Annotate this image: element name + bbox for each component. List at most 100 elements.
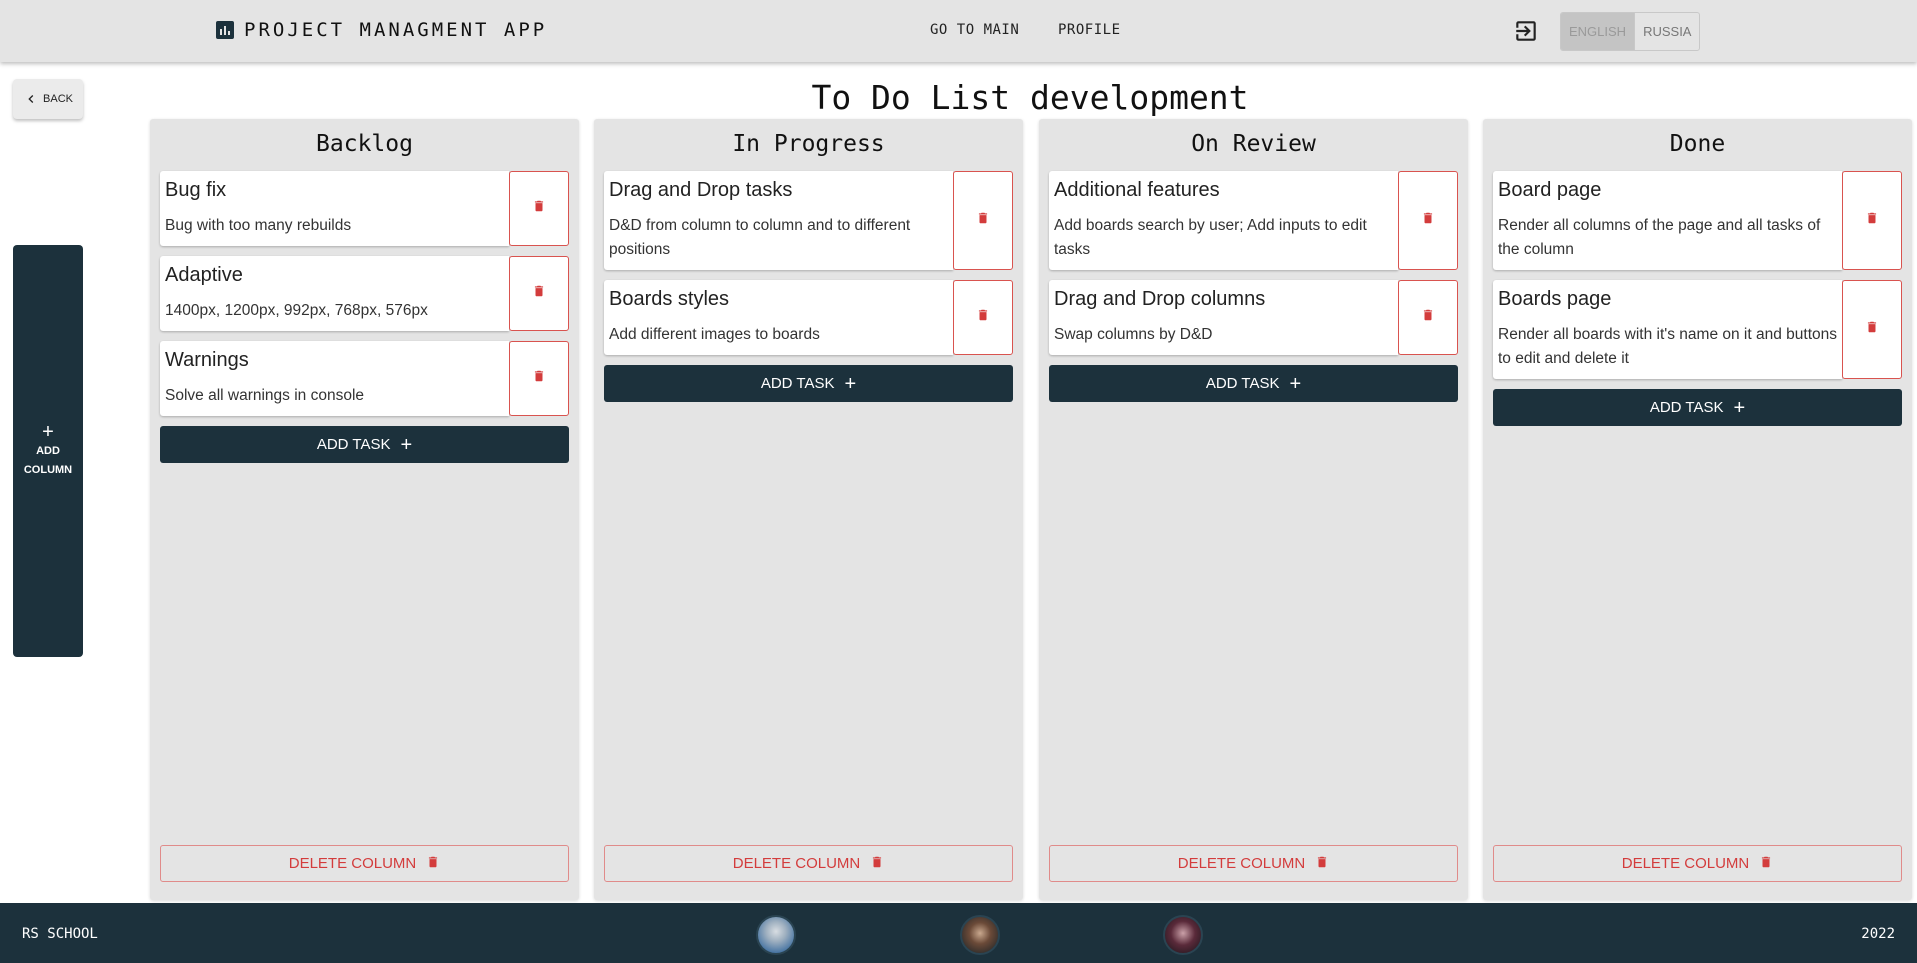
board-column[interactable]: In Progress Drag and Drop tasks D&D from… xyxy=(594,119,1023,900)
app-footer: RS SCHOOL 2022 xyxy=(0,903,1917,963)
plus-icon: + xyxy=(1733,396,1746,419)
delete-column-button[interactable]: DELETE COLUMN xyxy=(160,845,569,882)
delete-column-label: DELETE COLUMN xyxy=(1621,855,1750,872)
task-title: Adaptive xyxy=(165,264,243,286)
logout-icon[interactable] xyxy=(1513,18,1539,44)
task-title: Drag and Drop tasks xyxy=(609,179,793,201)
delete-task-button[interactable] xyxy=(509,341,569,416)
lang-russia-button[interactable]: RUSSIA xyxy=(1634,13,1699,50)
add-task-label: ADD TASK xyxy=(1649,399,1724,416)
task-title: Drag and Drop columns xyxy=(1054,288,1266,310)
task-item[interactable]: Boards page Render all boards with it's … xyxy=(1493,280,1902,379)
column-title[interactable]: Done xyxy=(1483,131,1912,157)
task-title: Warnings xyxy=(165,349,249,371)
app-title: PROJECT MANAGMENT APP xyxy=(244,19,548,41)
rs-school-link[interactable]: RS SCHOOL xyxy=(22,926,98,942)
task-item[interactable]: Bug fix Bug with too many rebuilds xyxy=(160,171,569,246)
task-card[interactable]: Adaptive 1400px, 1200px, 992px, 768px, 5… xyxy=(160,256,509,331)
board-column[interactable]: Backlog Bug fix Bug with too many rebuil… xyxy=(150,119,579,900)
add-task-label: ADD TASK xyxy=(316,436,391,453)
trash-icon xyxy=(532,198,546,219)
delete-task-button[interactable] xyxy=(509,256,569,331)
task-item[interactable]: Additional features Add boards search by… xyxy=(1049,171,1458,270)
board-column[interactable]: Done Board page Render all columns of th… xyxy=(1483,119,1912,900)
task-item[interactable]: Board page Render all columns of the pag… xyxy=(1493,171,1902,270)
chart-icon xyxy=(216,21,234,39)
column-title[interactable]: Backlog xyxy=(150,131,579,157)
task-description: Render all columns of the page and all t… xyxy=(1498,217,1821,258)
task-description: Add different images to boards xyxy=(609,326,820,343)
author-avatar-2[interactable] xyxy=(960,915,1000,955)
delete-column-button[interactable]: DELETE COLUMN xyxy=(1493,845,1902,882)
nav-profile[interactable]: PROFILE xyxy=(1058,22,1121,38)
delete-task-button[interactable] xyxy=(1398,171,1458,270)
delete-task-button[interactable] xyxy=(953,280,1013,355)
task-item[interactable]: Drag and Drop columns Swap columns by D&… xyxy=(1049,280,1458,355)
delete-task-button[interactable] xyxy=(509,171,569,246)
trash-icon xyxy=(426,854,440,874)
task-title: Boards page xyxy=(1498,288,1612,310)
delete-task-button[interactable] xyxy=(1842,171,1902,270)
task-description: Add boards search by user; Add inputs to… xyxy=(1054,217,1367,258)
task-card[interactable]: Board page Render all columns of the pag… xyxy=(1493,171,1842,270)
task-item[interactable]: Drag and Drop tasks D&D from column to c… xyxy=(604,171,1013,270)
lang-english-button[interactable]: ENGLISH xyxy=(1561,13,1635,50)
task-card[interactable]: Boards styles Add different images to bo… xyxy=(604,280,953,355)
app-logo[interactable]: PROJECT MANAGMENT APP xyxy=(216,19,547,41)
task-card[interactable]: Drag and Drop columns Swap columns by D&… xyxy=(1049,280,1398,355)
trash-icon xyxy=(870,854,884,874)
task-description: Swap columns by D&D xyxy=(1054,326,1213,343)
task-description: D&D from column to column and to differe… xyxy=(609,217,911,258)
add-column-label-1: ADD xyxy=(36,445,60,457)
delete-column-label: DELETE COLUMN xyxy=(1177,855,1306,872)
delete-task-button[interactable] xyxy=(1398,280,1458,355)
task-item[interactable]: Adaptive 1400px, 1200px, 992px, 768px, 5… xyxy=(160,256,569,331)
add-column-label-2: COLUMN xyxy=(23,464,73,476)
task-description: Solve all warnings in console xyxy=(165,387,365,404)
add-task-button[interactable]: ADD TASK + xyxy=(1493,389,1902,426)
trash-icon xyxy=(976,307,990,328)
trash-icon xyxy=(1315,854,1329,874)
author-avatar-1[interactable] xyxy=(756,915,796,955)
add-task-label: ADD TASK xyxy=(1205,375,1280,392)
board-column[interactable]: On Review Additional features Add boards… xyxy=(1039,119,1468,900)
trash-icon xyxy=(1865,210,1879,231)
task-card[interactable]: Drag and Drop tasks D&D from column to c… xyxy=(604,171,953,270)
delete-column-button[interactable]: DELETE COLUMN xyxy=(604,845,1013,882)
author-avatar-3[interactable] xyxy=(1163,915,1203,955)
trash-icon xyxy=(1421,210,1435,231)
task-description: 1400px, 1200px, 992px, 768px, 576px xyxy=(165,302,428,319)
task-title: Board page xyxy=(1498,179,1602,201)
plus-icon: + xyxy=(400,433,413,456)
column-title[interactable]: In Progress xyxy=(594,131,1023,157)
trash-icon xyxy=(1865,319,1879,340)
board-title: To Do List development xyxy=(811,78,1249,117)
footer-year: 2022 xyxy=(1861,926,1895,942)
task-description: Bug with too many rebuilds xyxy=(165,217,352,234)
delete-column-label: DELETE COLUMN xyxy=(732,855,861,872)
trash-icon xyxy=(532,283,546,304)
task-card[interactable]: Warnings Solve all warnings in console xyxy=(160,341,509,416)
add-task-button[interactable]: ADD TASK + xyxy=(160,426,569,463)
delete-task-button[interactable] xyxy=(953,171,1013,270)
add-task-button[interactable]: ADD TASK + xyxy=(604,365,1013,402)
nav-go-to-main[interactable]: GO TO MAIN xyxy=(930,22,1019,38)
task-card[interactable]: Bug fix Bug with too many rebuilds xyxy=(160,171,509,246)
column-title[interactable]: On Review xyxy=(1039,131,1468,157)
delete-task-button[interactable] xyxy=(1842,280,1902,379)
app-header: PROJECT MANAGMENT APP GO TO MAIN PROFILE… xyxy=(0,0,1917,62)
delete-column-button[interactable]: DELETE COLUMN xyxy=(1049,845,1458,882)
task-item[interactable]: Warnings Solve all warnings in console xyxy=(160,341,569,416)
plus-icon: + xyxy=(844,372,857,395)
trash-icon xyxy=(1421,307,1435,328)
trash-icon xyxy=(532,368,546,389)
trash-icon xyxy=(976,210,990,231)
task-card[interactable]: Boards page Render all boards with it's … xyxy=(1493,280,1842,379)
add-task-button[interactable]: ADD TASK + xyxy=(1049,365,1458,402)
plus-icon: + xyxy=(42,421,54,443)
delete-column-label: DELETE COLUMN xyxy=(288,855,417,872)
language-toggle: ENGLISH RUSSIA xyxy=(1560,12,1701,51)
add-column-button[interactable]: + ADD COLUMN xyxy=(13,245,83,657)
task-card[interactable]: Additional features Add boards search by… xyxy=(1049,171,1398,270)
task-item[interactable]: Boards styles Add different images to bo… xyxy=(604,280,1013,355)
